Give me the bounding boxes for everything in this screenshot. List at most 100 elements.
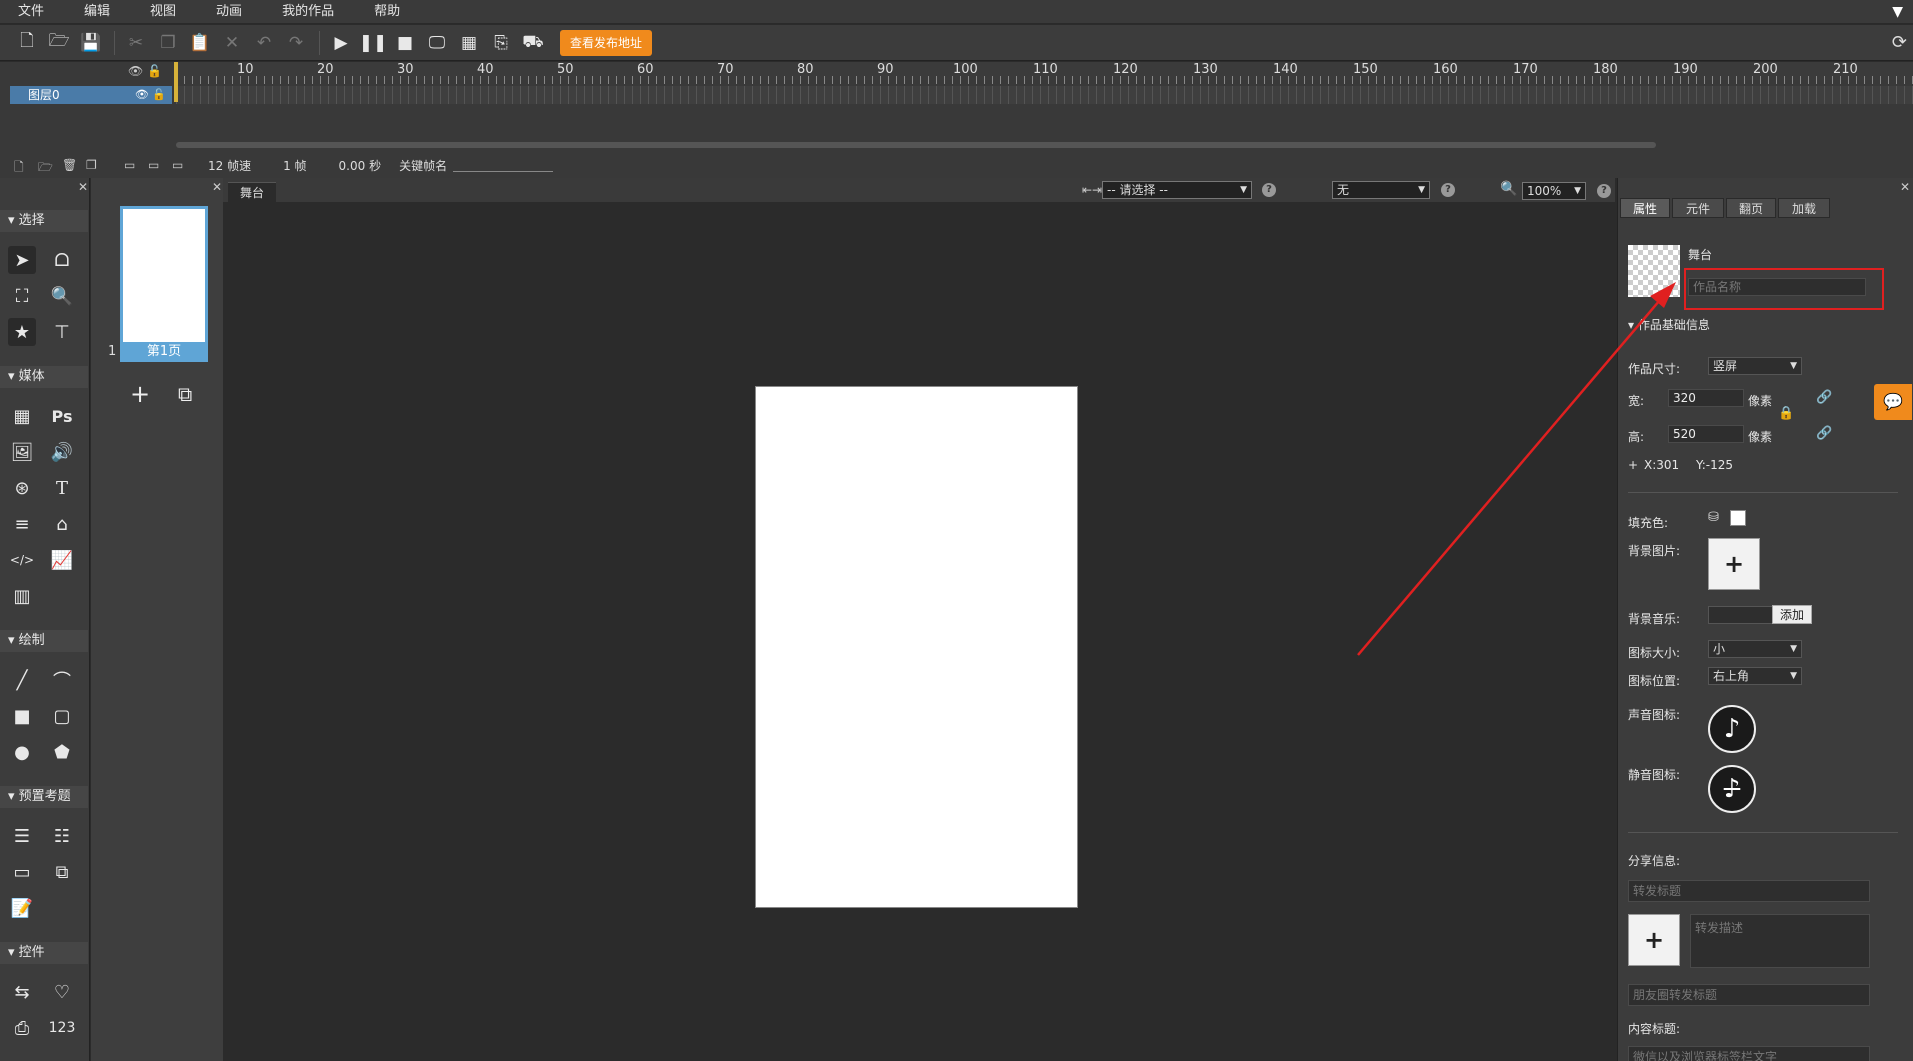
add-share-image-button[interactable]: + <box>1628 914 1680 966</box>
delete-icon[interactable]: ✕ <box>219 30 245 56</box>
menu-view[interactable]: 视图 <box>130 0 196 24</box>
paragraph-icon[interactable]: ≡ <box>8 510 36 538</box>
width-input[interactable]: 320 <box>1668 389 1744 407</box>
rectangle-icon[interactable]: ■ <box>8 702 36 730</box>
guide-icon[interactable]: ⊤ <box>48 318 76 346</box>
help-icon[interactable]: ? <box>1597 184 1611 198</box>
music-note-icon[interactable]: ♪ <box>1708 705 1756 753</box>
page-thumbnail[interactable] <box>120 206 208 362</box>
share-description-input[interactable]: 转发描述 <box>1690 914 1870 968</box>
qrcode-icon[interactable]: ▦ <box>456 30 482 56</box>
transform-icon[interactable]: ⛶ <box>8 282 36 310</box>
feedback-chat-icon[interactable]: 💬 <box>1874 384 1912 420</box>
quiz-list-icon[interactable]: 📝 <box>8 894 36 922</box>
effect-select[interactable]: 无 ▼ <box>1332 181 1430 199</box>
fill-color-swatch[interactable] <box>1730 510 1746 526</box>
keyframe-name-input[interactable] <box>453 158 554 172</box>
menu-file[interactable]: 文件 <box>0 0 64 24</box>
script-icon[interactable]: ⎘ <box>488 30 514 56</box>
stop-icon[interactable]: ■ <box>392 30 418 56</box>
layer-folder-icon[interactable]: 🗁 <box>38 158 53 174</box>
undo-icon[interactable]: ↶ <box>251 30 277 56</box>
height-input[interactable]: 520 <box>1668 425 1744 443</box>
menu-animation[interactable]: 动画 <box>196 0 262 24</box>
quiz-drag-icon[interactable]: ⧉ <box>48 858 76 886</box>
blank-keyframe-icon[interactable]: ▭ <box>172 158 186 172</box>
heart-icon[interactable]: ♡ <box>48 978 76 1006</box>
photoshop-icon[interactable]: Ps <box>48 402 76 430</box>
pause-icon[interactable]: ❚❚ <box>359 30 388 56</box>
paint-bucket-icon[interactable]: ⛁ <box>1708 510 1719 525</box>
icon-size-select[interactable]: 小 ▼ <box>1708 640 1802 658</box>
moments-title-input[interactable]: 朋友圈转发标题 <box>1628 984 1870 1006</box>
tool-category-controls[interactable]: ▾ 控件 <box>0 942 88 964</box>
select-arrow-icon[interactable]: ➤ <box>8 246 36 274</box>
lock-ratio-icon[interactable]: 🔒 <box>1778 406 1794 421</box>
size-select[interactable]: 竖屏 ▼ <box>1708 357 1802 375</box>
view-publish-url-button[interactable]: 查看发布地址 <box>560 29 653 56</box>
menu-help[interactable]: 帮助 <box>354 0 420 24</box>
counter-icon[interactable]: 123 <box>48 1014 76 1042</box>
duplicate-page-icon[interactable]: ⧉ <box>178 382 192 406</box>
share-title-input[interactable]: 转发标题 <box>1628 880 1870 902</box>
rounded-rect-icon[interactable]: ▢ <box>48 702 76 730</box>
board-icon[interactable]: ⌂ <box>48 510 76 538</box>
sound-icon[interactable]: 🔊 <box>48 438 76 466</box>
curve-icon[interactable]: ⌒ <box>48 666 76 694</box>
timeline-scrollbar[interactable] <box>176 142 1656 148</box>
layer-visibility-icon[interactable]: 👁 🔓 <box>135 86 166 104</box>
toggle-control-icon[interactable]: ⇆ <box>8 978 36 1006</box>
quiz-fill-icon[interactable]: ▭ <box>8 858 36 886</box>
collapse-arrow-icon[interactable]: ▼ <box>1892 4 1903 20</box>
close-icon[interactable]: ✕ <box>212 180 222 194</box>
icon-position-select[interactable]: 右上角 ▼ <box>1708 667 1802 685</box>
cut-icon[interactable]: ✂ <box>123 30 149 56</box>
grid-icon[interactable]: ▦ <box>8 402 36 430</box>
align-icon[interactable]: ⇤⇥ <box>1082 183 1102 197</box>
star-frame-icon[interactable]: ★ <box>8 318 36 346</box>
tab-components[interactable]: 元件 <box>1672 198 1724 218</box>
code-icon[interactable]: </> <box>8 546 36 574</box>
publish-icon[interactable]: ⛟ <box>520 30 546 56</box>
play-icon[interactable]: ▶ <box>328 30 354 56</box>
add-page-icon[interactable]: + <box>130 380 150 408</box>
add-bg-image-button[interactable]: + <box>1708 538 1760 590</box>
save-icon[interactable]: 💾 <box>78 30 104 56</box>
keyframe-icon[interactable]: ▭ <box>148 158 162 172</box>
printer-icon[interactable]: ⎙ <box>8 1014 36 1042</box>
new-layer-icon[interactable]: 🗋 <box>14 158 28 174</box>
stage-canvas[interactable] <box>755 386 1078 908</box>
lasso-icon[interactable]: ᗝ <box>48 246 76 274</box>
tool-category-draw[interactable]: ▾ 绘制 <box>0 630 88 652</box>
timeline-track[interactable] <box>176 86 1913 104</box>
content-title-input[interactable]: 微信以及浏览器标签栏文字 <box>1628 1046 1870 1061</box>
tab-page-turn[interactable]: 翻页 <box>1726 198 1776 218</box>
playhead[interactable] <box>174 62 178 102</box>
close-icon[interactable]: ✕ <box>1900 180 1910 194</box>
tab-stage[interactable]: 舞台 <box>228 182 276 202</box>
refresh-icon[interactable]: ⟳ <box>1892 32 1907 53</box>
layer-row[interactable]: 图层0 👁 🔓 <box>10 86 172 104</box>
redo-icon[interactable]: ↷ <box>283 30 309 56</box>
link-icon[interactable]: 🔗 <box>1816 426 1832 441</box>
help-icon[interactable]: ? <box>1262 183 1276 197</box>
music-mute-icon[interactable]: ♪ <box>1708 765 1756 813</box>
link-icon[interactable]: 🔗 <box>1816 390 1832 405</box>
quiz-multi-icon[interactable]: ☷ <box>48 822 76 850</box>
video-icon[interactable]: ⊛ <box>8 474 36 502</box>
quiz-single-icon[interactable]: ☰ <box>8 822 36 850</box>
menu-my-works[interactable]: 我的作品 <box>262 0 354 24</box>
tool-category-media[interactable]: ▾ 媒体 <box>0 366 88 388</box>
tab-loading[interactable]: 加载 <box>1778 198 1830 218</box>
line-icon[interactable]: ╱ <box>8 666 36 694</box>
tool-category-preset[interactable]: ▾ 预置考题 <box>0 786 88 808</box>
layout-select[interactable]: -- 请选择 -- ▼ <box>1102 181 1252 199</box>
open-folder-icon[interactable]: 🗁 <box>46 30 72 56</box>
pentagon-icon[interactable]: ⬟ <box>48 738 76 766</box>
chart-icon[interactable]: 📈 <box>48 546 76 574</box>
delete-layer-icon[interactable]: 🗑 <box>62 158 77 172</box>
menu-edit[interactable]: 编辑 <box>64 0 130 24</box>
section-basic-info[interactable]: ▾ 作品基础信息 <box>1628 316 1710 333</box>
circle-icon[interactable]: ● <box>8 738 36 766</box>
text-icon[interactable]: T <box>48 474 76 502</box>
